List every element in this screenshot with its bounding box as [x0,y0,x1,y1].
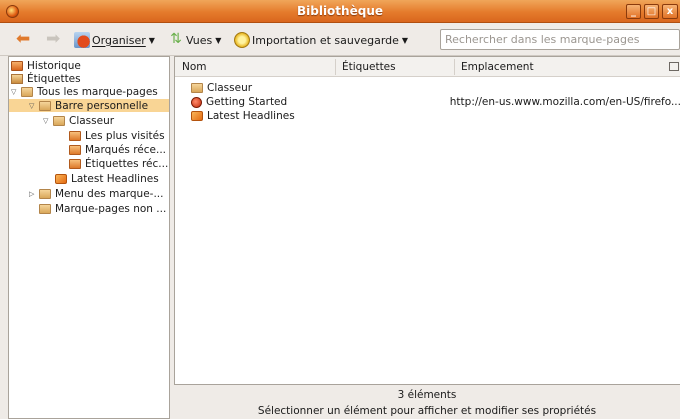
views-icon: ⇅ [170,31,182,47]
tree-item-history[interactable]: Historique [11,59,169,72]
import-backup-menu-button[interactable]: Importation et sauvegarde ▼ [234,32,408,48]
column-header-name[interactable]: Nom [182,61,207,73]
folder-icon [191,83,203,93]
column-divider[interactable] [335,59,336,75]
list-item[interactable]: Getting Started http://en-us.www.mozilla… [191,95,680,109]
tree-item-label: Latest Headlines [71,172,159,185]
tree-item-label: Historique [27,59,81,72]
tree-item-label: Menu des marque-... [55,187,164,200]
tree-item-label: Étiquettes [27,72,81,85]
views-label: Vues [186,33,213,47]
smart-folder-icon [69,144,81,155]
tree-item-latest-headlines[interactable]: Latest Headlines [55,172,169,185]
folder-icon [53,115,65,126]
expand-twisty-icon[interactable]: ▽ [11,88,21,96]
list-item-name: Classeur [207,82,253,94]
details-hint: Sélectionner un élément pour afficher et… [257,405,597,417]
tree-item-label: Les plus visités [85,129,165,142]
toolbar: ⬅ ➡ Organiser ▼ ⇅ Vues ▼ Importation et … [0,23,680,56]
close-button[interactable]: x [662,4,678,19]
list-item-location: http://en-us.www.mozilla.com/en-US/firef… [449,96,680,108]
tree-item-recently-bookmarked[interactable]: Marqués réce... [69,143,169,156]
tags-icon [11,73,23,84]
tree-item-recent-tags[interactable]: Étiquettes réc... [69,157,169,170]
folder-icon [39,203,51,214]
bookmarks-tree[interactable]: Historique Étiquettes ▽ Tous les marque-… [8,56,170,419]
import-backup-icon [234,32,250,48]
tree-item-classeur[interactable]: ▽ Classeur [43,114,167,127]
item-count: 3 éléments [397,389,457,401]
tree-item-tags[interactable]: Étiquettes [11,72,169,85]
tree-item-label: Étiquettes réc... [85,157,169,170]
folder-icon [39,188,51,199]
tree-item-label: Barre personnelle [55,99,149,112]
folder-icon [39,100,51,111]
chevron-down-icon: ▼ [401,35,409,45]
bookmarks-list[interactable]: Nom Étiquettes Emplacement Classeur Gett… [174,56,680,385]
chevron-down-icon: ▼ [215,35,222,45]
history-icon [11,60,23,71]
list-item[interactable]: Latest Headlines [191,109,671,123]
expand-twisty-icon[interactable]: ▽ [29,102,39,110]
maximize-button[interactable]: □ [644,4,659,19]
details-pane: 3 éléments Sélectionner un élément pour … [174,385,680,419]
rss-icon [55,173,67,184]
column-divider[interactable] [454,59,455,75]
column-header-location[interactable]: Emplacement [461,61,534,73]
title-bar[interactable]: Bibliothèque _ □ x [0,0,680,23]
list-item-name: Latest Headlines [207,110,295,122]
smart-folder-icon [69,130,81,141]
import-backup-label: Importation et sauvegarde [252,33,399,47]
expand-twisty-icon[interactable]: ▽ [43,117,53,125]
list-item[interactable]: Classeur [191,81,671,95]
rss-icon [191,111,203,121]
chevron-down-icon: ▼ [148,35,155,45]
tree-item-all-bookmarks[interactable]: ▽ Tous les marque-pages [11,85,169,98]
collapse-twisty-icon[interactable]: ▷ [29,190,39,198]
forward-arrow-icon[interactable]: ➡ [46,31,60,48]
search-input[interactable]: Rechercher dans les marque-pages [440,29,680,50]
tree-item-bookmarks-menu[interactable]: ▷ Menu des marque-... [29,187,169,200]
column-header-tags[interactable]: Étiquettes [342,61,396,73]
tree-item-label: Classeur [69,114,115,127]
folder-icon [21,86,33,97]
back-arrow-icon[interactable]: ⬅ [16,31,30,48]
smart-folder-icon [69,158,81,169]
tree-item-label: Tous les marque-pages [37,85,158,98]
list-item-name: Getting Started [206,96,288,108]
views-menu-button[interactable]: ⇅ Vues ▼ [168,32,221,48]
tree-item-label: Marqués réce... [85,143,167,156]
tree-item-label: Marque-pages non ... [55,202,167,215]
minimize-button[interactable]: _ [626,4,641,19]
tree-item-unsorted-bookmarks[interactable]: Marque-pages non ... [39,202,169,215]
tree-item-most-visited[interactable]: Les plus visités [69,129,169,142]
organize-menu-button[interactable]: Organiser ▼ [74,32,155,48]
tree-item-personal-toolbar[interactable]: ▽ Barre personnelle [9,99,169,112]
organize-icon [74,32,90,48]
organize-label: Organiser [92,33,146,47]
column-picker-icon[interactable] [669,62,679,71]
window-title: Bibliothèque [296,4,383,18]
list-header: Nom Étiquettes Emplacement [175,57,680,77]
firefox-bookmark-icon [191,96,202,108]
